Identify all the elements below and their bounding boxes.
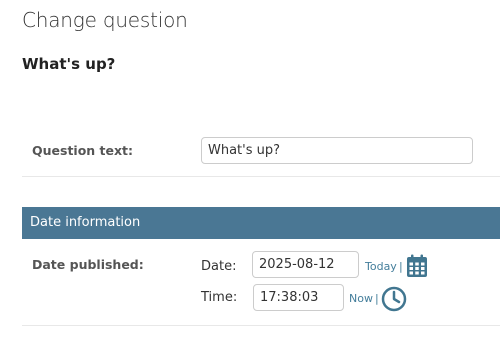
calendar-icon[interactable]	[406, 254, 428, 278]
page-title: Change question	[22, 8, 188, 32]
time-input[interactable]: 17:38:03	[253, 284, 344, 311]
now-link[interactable]: Now	[349, 292, 373, 305]
today-link[interactable]: Today	[365, 260, 397, 273]
date-published-row: Date published: Date: 2025-08-12 Today |…	[22, 240, 500, 326]
clock-icon[interactable]	[381, 286, 407, 312]
time-sub-label: Time:	[201, 290, 238, 305]
date-information-header[interactable]: Date information	[22, 207, 500, 239]
date-sub-label: Date:	[201, 259, 237, 274]
time-shortcut-separator: |	[375, 292, 379, 305]
question-text-row: Question text: What's up?	[22, 128, 500, 177]
question-text-label: Question text:	[32, 143, 134, 158]
question-text-input[interactable]: What's up?	[201, 137, 473, 164]
date-shortcut-separator: |	[399, 260, 403, 273]
date-input[interactable]: 2025-08-12	[252, 251, 359, 278]
date-published-label: Date published:	[32, 257, 144, 272]
object-title: What's up?	[22, 55, 116, 73]
